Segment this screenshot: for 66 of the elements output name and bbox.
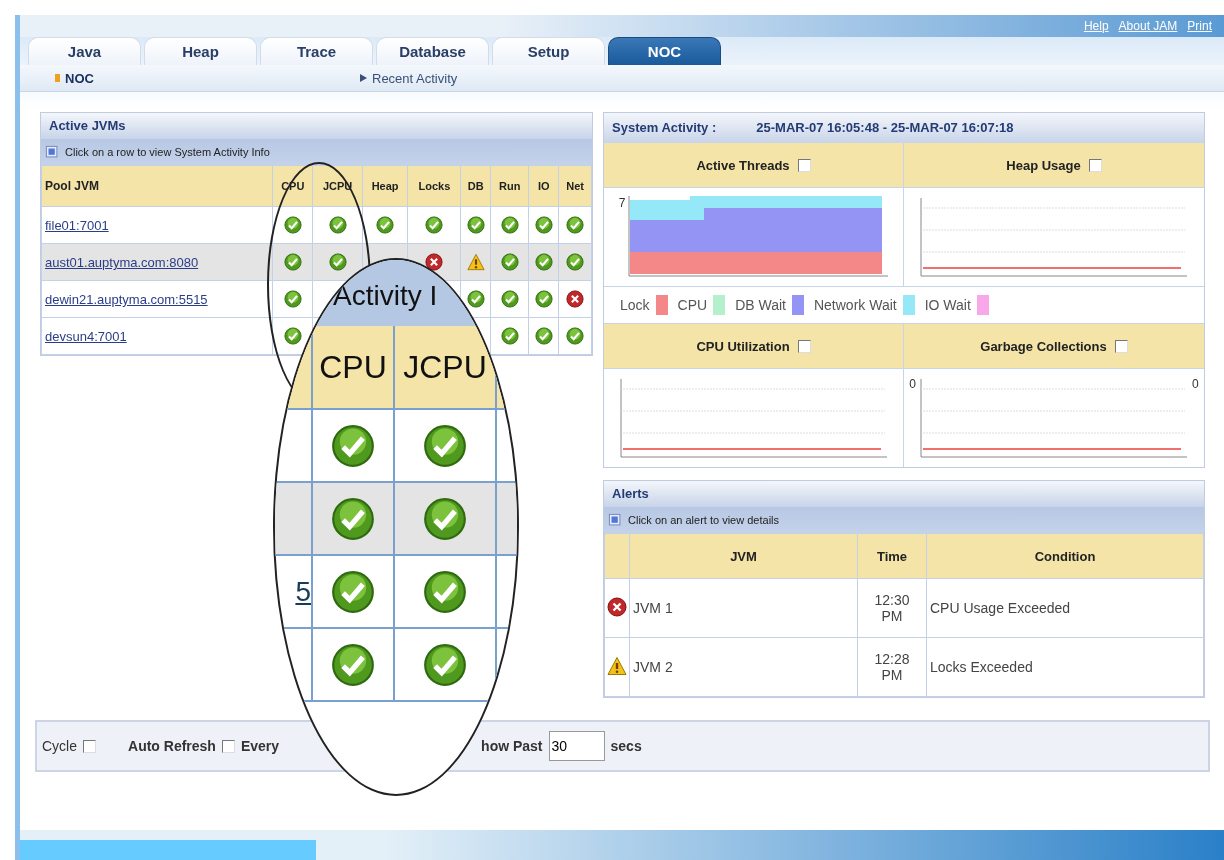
column-header: DB [460, 165, 491, 207]
axis-label: 0 [909, 377, 916, 391]
chart-title: CPU Utilization [696, 338, 790, 354]
table-cell: CPU Usage Exceeded [930, 600, 1071, 616]
alert-row[interactable]: JVM 1 12:30 PM CPU Usage Exceeded [604, 578, 1204, 638]
column-header: Condition [926, 533, 1204, 579]
tab[interactable]: Setup [492, 37, 605, 65]
chart-title: Garbage Collections [980, 338, 1107, 354]
unit-label: secs [610, 738, 642, 754]
table-cell: JVM 2 [633, 659, 673, 675]
table-row[interactable]: file01:7001 [41, 206, 592, 244]
axis-label: 7 [618, 196, 626, 210]
table-cell: 12:28 PM [874, 651, 910, 683]
column-header: Locks [408, 165, 461, 207]
checkbox-label: Auto Refresh [128, 738, 216, 754]
table-row[interactable] [275, 483, 517, 556]
time-range: 25-MAR-07 16:05:48 - 25-MAR-07 16:07:18 [756, 119, 1014, 137]
info-icon [608, 513, 622, 527]
tab[interactable]: Java [28, 37, 141, 65]
checkbox-label: Cycle [42, 738, 77, 754]
nav-link[interactable]: Recent Activity [372, 70, 458, 86]
column-header: Heap [362, 165, 408, 207]
column-header: IO [528, 165, 559, 207]
table-cell: Locks Exceeded [930, 659, 1033, 675]
jvm-link[interactable]: devsun4:7001 [45, 329, 127, 344]
legend-label: Network Wait [813, 297, 897, 313]
tab[interactable]: Trace [260, 37, 373, 65]
chart-title: Active Threads [696, 157, 790, 173]
column-header: Run [490, 165, 529, 207]
panel-title: Activity I [333, 280, 438, 312]
column-header: Time [857, 533, 927, 579]
jvm-link[interactable]: 5 [295, 575, 311, 608]
table-row[interactable]: 5 [275, 556, 517, 629]
table-cell: 12:30 PM [874, 592, 910, 624]
alert-row[interactable]: JVM 2 12:28 PM Locks Exceeded [604, 637, 1204, 697]
legend-label: IO Wait [924, 297, 971, 313]
panel-title: Alerts [604, 481, 1204, 507]
hint-text: Click on an alert to view details [628, 514, 779, 526]
tab[interactable]: NOC [608, 37, 721, 65]
legend-label: DB Wait [735, 297, 786, 313]
checkbox[interactable] [797, 339, 811, 353]
table-cell: JVM 1 [633, 600, 673, 616]
chart-title: Heap Usage [1006, 157, 1081, 173]
nav-link[interactable]: NOC [65, 70, 94, 86]
checkbox[interactable] [221, 739, 235, 753]
axis-label: 0 [1192, 377, 1199, 391]
column-header: Pool JVM [41, 165, 273, 207]
jvm-link[interactable]: file01:7001 [45, 218, 109, 233]
info-icon [45, 145, 59, 159]
input-field[interactable]: 30 [548, 731, 605, 761]
checkbox[interactable] [1088, 158, 1102, 172]
panel-title: Active JVMs [41, 113, 592, 139]
column-header: Net [558, 165, 592, 207]
panel-title: System Activity : [612, 119, 717, 137]
tab[interactable]: Heap [144, 37, 257, 65]
checkbox[interactable] [83, 739, 96, 753]
checkbox[interactable] [797, 158, 811, 172]
legend-label: Lock [620, 297, 650, 313]
hint-text: Click on a row to view System Activity Info [65, 146, 270, 158]
field-label: Every [240, 738, 280, 754]
column-header: JVM [629, 533, 858, 579]
checkbox[interactable] [1114, 339, 1128, 353]
tab[interactable]: Database [376, 37, 489, 65]
legend-label: CPU [677, 297, 708, 313]
table-row[interactable]: aust01.auptyma.com:8080 [41, 243, 592, 281]
field-label: how Past [481, 738, 543, 754]
